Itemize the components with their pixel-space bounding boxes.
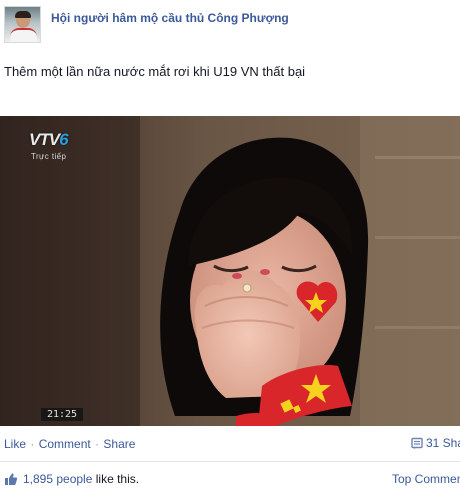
like-link[interactable]: Like	[4, 437, 26, 451]
like-count-link[interactable]: 1,895 people	[23, 472, 92, 486]
post-message: Thêm một lần nữa nước mắt rơi khi U19 VN…	[4, 64, 306, 79]
photo-scene	[0, 116, 460, 426]
share-count-icon	[411, 437, 423, 449]
broadcast-clock: 21:25	[41, 408, 83, 421]
shares-count-link[interactable]: 31 Sha	[411, 436, 460, 450]
shares-count: 31 Sha	[426, 436, 460, 450]
likes-summary: 1,895 people like this.	[4, 472, 139, 486]
action-separator: ·	[95, 437, 100, 451]
vtv6-logo: VTV6	[29, 130, 69, 150]
comment-link[interactable]: Comment	[39, 437, 91, 451]
top-comments-toggle[interactable]: Top Commen	[392, 472, 460, 486]
page-name-link[interactable]: Hội người hâm mộ cầu thủ Công Phượng	[51, 11, 289, 25]
vtv-logo-number: 6	[59, 130, 69, 149]
page-avatar[interactable]	[4, 6, 41, 43]
thumbs-up-icon	[5, 473, 18, 485]
post-actions: Like · Comment · Share	[4, 437, 135, 451]
like-suffix: like this.	[95, 472, 140, 486]
share-link[interactable]: Share	[103, 437, 135, 451]
vtv-logo-letters: VTV	[29, 130, 60, 149]
action-separator: ·	[30, 437, 35, 451]
post-header: Hội người hâm mộ cầu thủ Công Phượng	[0, 0, 460, 56]
post-photo[interactable]: VTV6 Trực tiếp 21:25	[0, 116, 460, 426]
live-label: Trực tiếp	[31, 152, 67, 161]
divider	[0, 461, 460, 462]
